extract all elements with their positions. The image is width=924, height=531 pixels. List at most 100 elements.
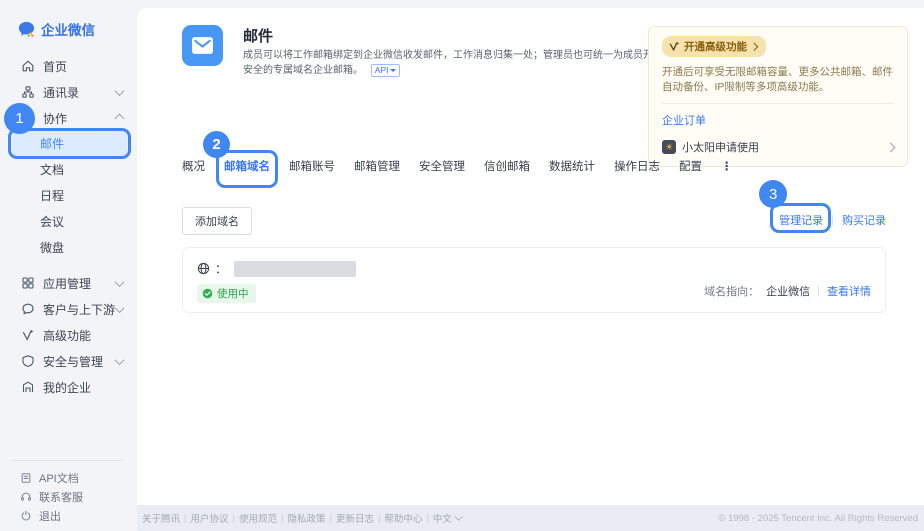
tab-mail-management[interactable]: 邮箱管理 <box>354 158 400 187</box>
sidebar-item-customers[interactable]: 客户与上下游 <box>0 296 137 322</box>
apps-grid-icon <box>21 276 35 290</box>
add-domain-button[interactable]: 添加域名 <box>182 207 252 235</box>
step-number: 2 <box>212 136 220 153</box>
sidebar-item-label: 我的企业 <box>43 379 123 396</box>
chevron-down-icon <box>115 355 125 365</box>
separator: | <box>817 285 820 297</box>
app-logo[interactable]: 企业微信 <box>17 19 137 39</box>
footer-link-about[interactable]: 关于腾讯 <box>142 511 180 525</box>
premium-v-spark-icon <box>669 41 680 52</box>
tab-security-management[interactable]: 安全管理 <box>419 158 465 187</box>
chevron-down-icon <box>455 513 463 521</box>
tab-overview[interactable]: 概况 <box>182 158 205 187</box>
member-avatar: ☀ <box>662 140 676 154</box>
more-tabs-icon[interactable]: ⋮ <box>721 158 733 186</box>
sidebar-item-label: 应用管理 <box>43 275 116 292</box>
power-icon <box>20 510 32 522</box>
status-badge: 使用中 <box>197 284 256 303</box>
sidebar-item-label: 协作 <box>43 110 116 127</box>
tab-label: 邮箱域名 <box>224 161 270 173</box>
sidebar-item-drive[interactable]: 微盘 <box>12 235 127 260</box>
sidebar-item-label: 微盘 <box>40 239 64 256</box>
separator: | <box>426 513 428 524</box>
records-links: 管理记录 3 | 购买记录 <box>779 212 886 228</box>
home-icon <box>21 59 35 73</box>
step-2-marker: 2 <box>203 131 230 158</box>
separator: | <box>378 513 380 524</box>
domain-pointing-label: 域名指向： <box>704 283 759 299</box>
domain-pointing-value: 企业微信 <box>766 283 810 299</box>
chevron-down-icon <box>115 86 125 96</box>
sidebar-item-label: 客户与上下游 <box>43 301 116 318</box>
domain-name-row: ： <box>197 260 871 277</box>
main-content: 邮件 成员可以将工作邮箱绑定到企业微信收发邮件，工作消息归集一处；管理员也可统一… <box>137 8 924 505</box>
separator: | <box>831 214 834 226</box>
footer-link-usage-rules[interactable]: 使用规范 <box>239 511 277 525</box>
usage-request-row[interactable]: ☀ 小太阳申请使用 <box>662 139 894 155</box>
app-logo-text: 企业微信 <box>41 19 95 39</box>
premium-promo-panel: 开通高级功能 开通后可享受无限邮箱容量、更多公共邮箱、邮件自动备份、IP限制等多… <box>648 26 908 167</box>
tab-settings[interactable]: 配置 <box>679 158 702 187</box>
view-detail-link[interactable]: 查看详情 <box>827 283 871 299</box>
purchase-records-link[interactable]: 购买记录 <box>842 212 886 228</box>
manage-records-label: 管理记录 <box>779 215 823 227</box>
manage-records-link[interactable]: 管理记录 3 <box>779 212 823 228</box>
sidebar-item-label: 首页 <box>43 58 123 75</box>
tab-operation-logs[interactable]: 操作日志 <box>614 158 660 187</box>
footer-link-changelog[interactable]: 更新日志 <box>336 511 374 525</box>
chevron-up-icon <box>115 113 125 123</box>
caret-down-icon <box>390 69 396 72</box>
sidebar-item-meeting[interactable]: 会议 <box>12 209 127 234</box>
domain-pointing-info: 域名指向： 企业微信 | 查看详情 <box>704 283 871 299</box>
sidebar-item-docs[interactable]: 文档 <box>12 157 127 182</box>
sidebar-item-security[interactable]: 安全与管理 <box>0 348 137 374</box>
envelope-icon <box>191 36 214 55</box>
sidebar-item-contacts[interactable]: 通讯录 <box>0 79 137 105</box>
sidebar-item-mail[interactable]: 邮件 <box>12 131 127 156</box>
upgrade-premium-badge[interactable]: 开通高级功能 <box>662 36 766 57</box>
sidebar-item-collab[interactable]: 协作 <box>0 105 137 131</box>
sidebar-item-logout[interactable]: 退出 <box>12 506 125 525</box>
sidebar-item-api-docs[interactable]: API文档 <box>12 468 125 487</box>
check-circle-icon <box>202 288 213 299</box>
sidebar-item-support[interactable]: 联系客服 <box>12 487 125 506</box>
upgrade-premium-label: 开通高级功能 <box>684 39 747 54</box>
sidebar-item-label: 日程 <box>40 187 64 204</box>
step-3-marker: 3 <box>759 180 787 208</box>
divider <box>662 103 894 104</box>
building-icon <box>21 380 35 394</box>
annotation-box-step1 <box>8 128 131 159</box>
premium-v-spark-icon <box>21 328 35 342</box>
chevron-right-icon <box>886 142 896 152</box>
footer-link-user-agreement[interactable]: 用户协议 <box>190 511 228 525</box>
api-badge[interactable]: API <box>371 64 401 77</box>
sidebar-item-premium[interactable]: 高级功能 <box>0 322 137 348</box>
tab-xinchuang-mail[interactable]: 信创邮箱 <box>484 158 530 187</box>
footer-bar: 关于腾讯 | 用户协议 | 使用规范 | 隐私政策 | 更新日志 | 帮助中心 … <box>137 505 924 531</box>
language-selector[interactable]: 中文 <box>433 511 462 525</box>
sidebar-item-apps[interactable]: 应用管理 <box>0 270 137 296</box>
sidebar-item-company[interactable]: 我的企业 <box>0 374 137 400</box>
page-description: 成员可以将工作邮箱绑定到企业微信收发邮件，工作消息归集一处；管理员也可统一为成员… <box>243 48 697 78</box>
tab-mail-accounts[interactable]: 邮箱账号 <box>289 158 335 187</box>
sidebar-item-schedule[interactable]: 日程 <box>12 183 127 208</box>
chevron-down-icon <box>115 277 125 287</box>
footer-link-help-center[interactable]: 帮助中心 <box>384 511 422 525</box>
domain-row[interactable]: ： 使用中 域名指向： 企业微信 | 查看详情 <box>182 247 886 313</box>
language-label: 中文 <box>433 511 452 525</box>
footer-link-privacy[interactable]: 隐私政策 <box>287 511 325 525</box>
wecom-bubble-icon <box>17 20 36 39</box>
copyright-text: © 1998 - 2025 Tencent Inc. All Rights Re… <box>718 513 918 524</box>
redacted-domain-name <box>234 261 356 277</box>
sidebar-item-label: 高级功能 <box>43 327 123 344</box>
chevron-down-icon <box>115 303 125 313</box>
sidebar-item-home[interactable]: 首页 <box>0 53 137 79</box>
tab-mail-domain[interactable]: 邮箱域名 2 <box>224 158 270 187</box>
api-badge-label: API <box>375 65 389 76</box>
tab-data-statistics[interactable]: 数据统计 <box>549 158 595 187</box>
separator: | <box>329 513 331 524</box>
headset-icon <box>20 491 32 503</box>
enterprise-orders-link[interactable]: 企业订单 <box>662 112 706 128</box>
tab-bar: 概况 邮箱域名 2 邮箱账号 邮箱管理 安全管理 信创邮箱 数据统计 操作日志 … <box>182 158 733 187</box>
shield-icon <box>21 354 35 368</box>
